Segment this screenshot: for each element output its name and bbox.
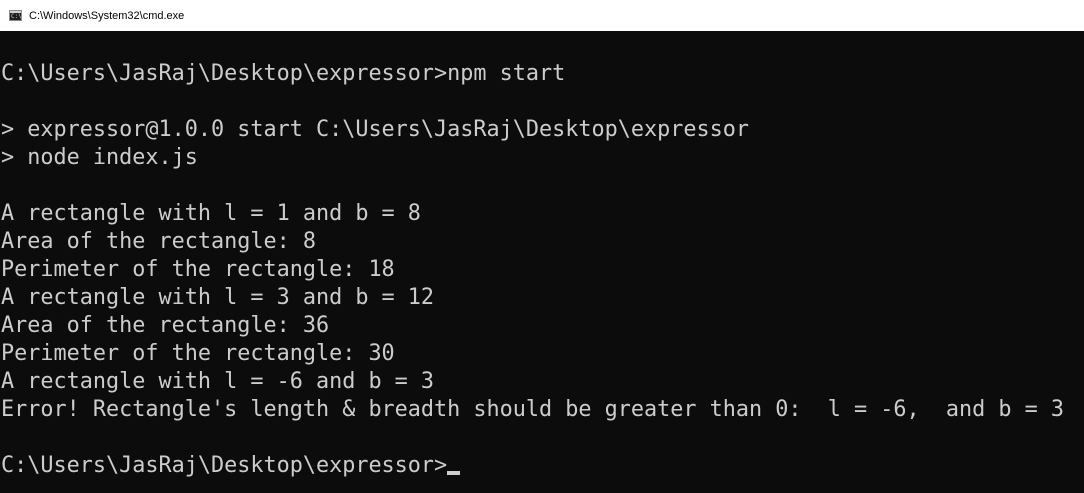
console-line: A rectangle with l = 1 and b = 8 (1, 201, 421, 226)
console-line: Area of the rectangle: 36 (1, 313, 330, 338)
console-line: > expressor@1.0.0 start C:\Users\JasRaj\… (1, 117, 750, 142)
console-line: C:\Users\JasRaj\Desktop\expressor>npm st… (1, 61, 566, 86)
console-line: Area of the rectangle: 8 (1, 229, 316, 254)
console-line: Error! Rectangle's length & breadth shou… (1, 397, 1064, 422)
text-cursor (447, 471, 461, 475)
console-line: Perimeter of the rectangle: 18 (1, 257, 395, 282)
title-bar[interactable]: C:\ C:\Windows\System32\cmd.exe (0, 0, 1084, 31)
cmd-window: C:\ C:\Windows\System32\cmd.exe C:\Users… (0, 0, 1084, 493)
window-title: C:\Windows\System32\cmd.exe (29, 9, 185, 22)
console-line: A rectangle with l = 3 and b = 12 (1, 285, 435, 310)
console-output[interactable]: C:\Users\JasRaj\Desktop\expressor>npm st… (0, 31, 1084, 493)
console-line: > node index.js (1, 145, 198, 170)
cmd-icon[interactable]: C:\ (9, 10, 22, 21)
console-line: Perimeter of the rectangle: 30 (1, 341, 395, 366)
command-prompt[interactable]: C:\Users\JasRaj\Desktop\expressor> (0, 452, 1084, 480)
prompt-text: C:\Users\JasRaj\Desktop\expressor> (1, 453, 448, 478)
console-line: A rectangle with l = -6 and b = 3 (1, 369, 435, 394)
